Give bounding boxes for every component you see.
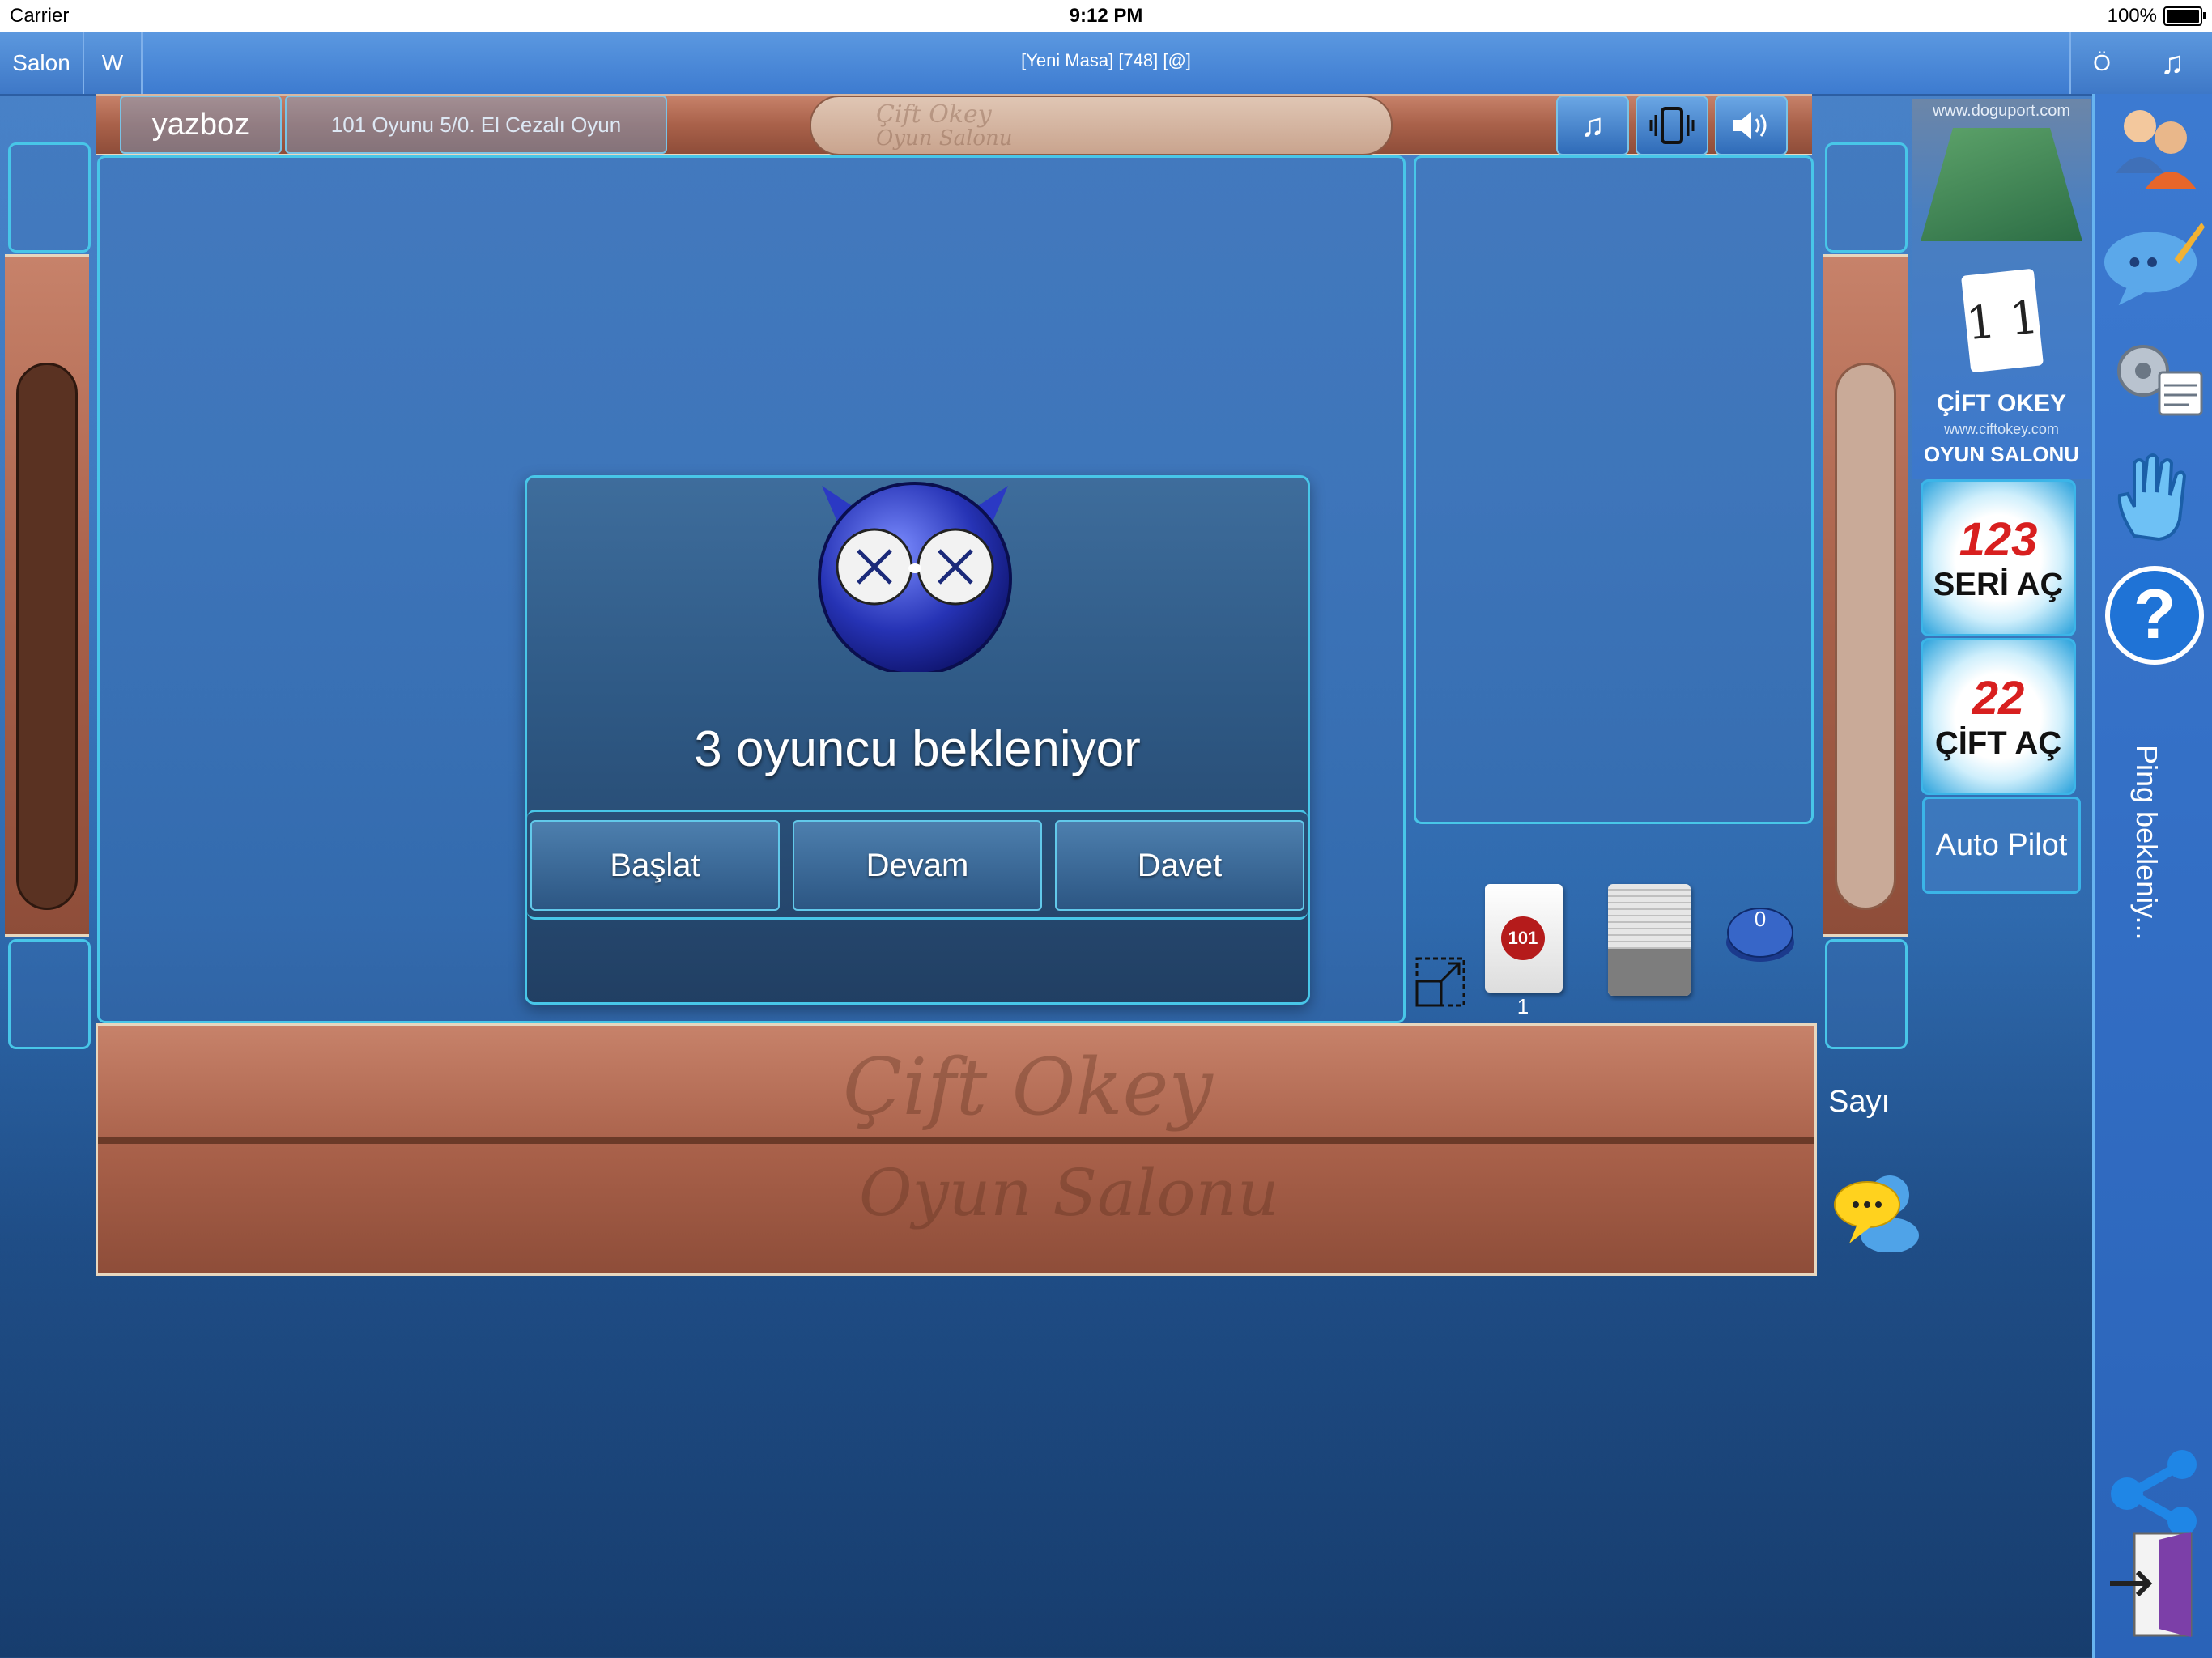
music-icon[interactable]: ♫: [1556, 96, 1629, 155]
help-icon[interactable]: ?: [2103, 563, 2206, 667]
cift-text: ÇİFT AÇ: [1934, 725, 2062, 761]
top-bar: Salon W [Yeni Masa] [748] [@] Ö ♫: [0, 32, 2212, 96]
ad-brand-line2: OYUN SALONU: [1923, 442, 2080, 466]
speaker-icon[interactable]: [1715, 96, 1788, 155]
ad-column: www.doguport.com 1 1 ÇİFT OKEY www.cifto…: [1912, 99, 2091, 795]
table-title: [Yeni Masa] [748] [@]: [1021, 50, 1191, 70]
battery-percent: 100%: [2107, 5, 2157, 27]
vibrate-icon[interactable]: [1636, 96, 1708, 155]
discard-panel: [1414, 155, 1814, 824]
players-icon[interactable]: [2103, 96, 2206, 199]
ad-tiles-icon: 1 1: [1960, 268, 2044, 373]
player-tile-rack[interactable]: Çift Okey Oyun Salonu: [96, 1023, 1817, 1276]
ping-status: Ping bekleniy...: [2130, 745, 2163, 941]
battery-status: 100%: [2107, 5, 2206, 28]
indicator-count: 1: [1516, 994, 1529, 1018]
cift-ac-button[interactable]: 22 ÇİFT AÇ: [1921, 638, 2076, 795]
hand-raise-icon[interactable]: [2103, 444, 2206, 547]
settings-gear-icon[interactable]: [2103, 325, 2206, 429]
ad-brand-line1: ÇİFT OKEY: [1936, 390, 2066, 417]
cift-number: 22: [1972, 672, 2025, 725]
logo-plate: Çift Okey Oyun Salonu: [810, 96, 1393, 155]
waiting-message: 3 oyuncu bekleniyor: [694, 721, 1141, 777]
indicator-tile[interactable]: 101: [1485, 884, 1563, 993]
invite-button[interactable]: Davet: [1055, 820, 1304, 911]
waiting-dialog: 3 oyuncu bekleniyor Başlat Devam Davet: [525, 475, 1310, 1005]
player-name: yazboz: [120, 96, 282, 154]
seri-text: SERİ AÇ: [1933, 567, 2064, 602]
indicator-tile-label: 101: [1501, 916, 1545, 960]
o-button[interactable]: Ö: [2069, 32, 2134, 94]
rack-brand-line1: Çift Okey: [843, 1042, 1213, 1133]
seat-top-left[interactable]: [8, 142, 91, 253]
seat-bottom-left[interactable]: [8, 939, 91, 1049]
owl-mascot-icon: [798, 453, 1032, 676]
draw-pile[interactable]: [1608, 884, 1691, 996]
svg-text:?: ?: [2133, 576, 2176, 653]
logo-line2: Oyun Salonu: [876, 126, 1013, 151]
battery-icon: [2163, 6, 2206, 26]
ad-site-url: www.doguport.com: [1932, 102, 2071, 120]
clock: 9:12 PM: [1069, 5, 1143, 27]
seri-ac-button[interactable]: 123 SERİ AÇ: [1921, 479, 2076, 636]
seat-top-right[interactable]: [1825, 142, 1908, 253]
left-rack-slot: [16, 363, 78, 910]
expand-icon[interactable]: [1415, 957, 1465, 1007]
logo-line1: Çift Okey: [876, 100, 992, 129]
chat-bubble-icon[interactable]: [1833, 1163, 1922, 1253]
counter-dome: 0: [1725, 900, 1796, 965]
chat-edit-icon[interactable]: [2103, 207, 2206, 311]
ad-table-image: [1921, 128, 2082, 241]
dialog-button-row: Başlat Devam Davet: [527, 810, 1308, 920]
music-note-icon[interactable]: ♫: [2133, 32, 2212, 94]
counter-value: 0: [1754, 907, 1767, 931]
sayi-label[interactable]: Sayı: [1828, 1085, 1890, 1120]
seri-number: 123: [1959, 513, 2038, 566]
status-bar: Carrier 9:12 PM 100%: [0, 0, 2212, 32]
ad-brand-url: www.ciftokey.com: [1944, 421, 2059, 437]
start-button[interactable]: Başlat: [530, 820, 780, 911]
seat-bottom-right[interactable]: [1825, 939, 1908, 1049]
auto-pilot-button[interactable]: Auto Pilot: [1922, 797, 2081, 894]
game-info: 101 Oyunu 5/0. El Cezalı Oyun: [285, 96, 667, 154]
ciftokey-banner[interactable]: www.doguport.com 1 1 ÇİFT OKEY www.cifto…: [1912, 99, 2091, 479]
continue-button[interactable]: Devam: [793, 820, 1042, 911]
exit-door-icon[interactable]: [2103, 1532, 2206, 1637]
left-player-rack: [5, 254, 89, 937]
right-rack-slot: [1835, 363, 1896, 910]
rack-brand-line2: Oyun Salonu: [859, 1155, 1279, 1231]
rack-divider: [98, 1137, 1814, 1144]
right-player-rack: [1823, 254, 1908, 937]
